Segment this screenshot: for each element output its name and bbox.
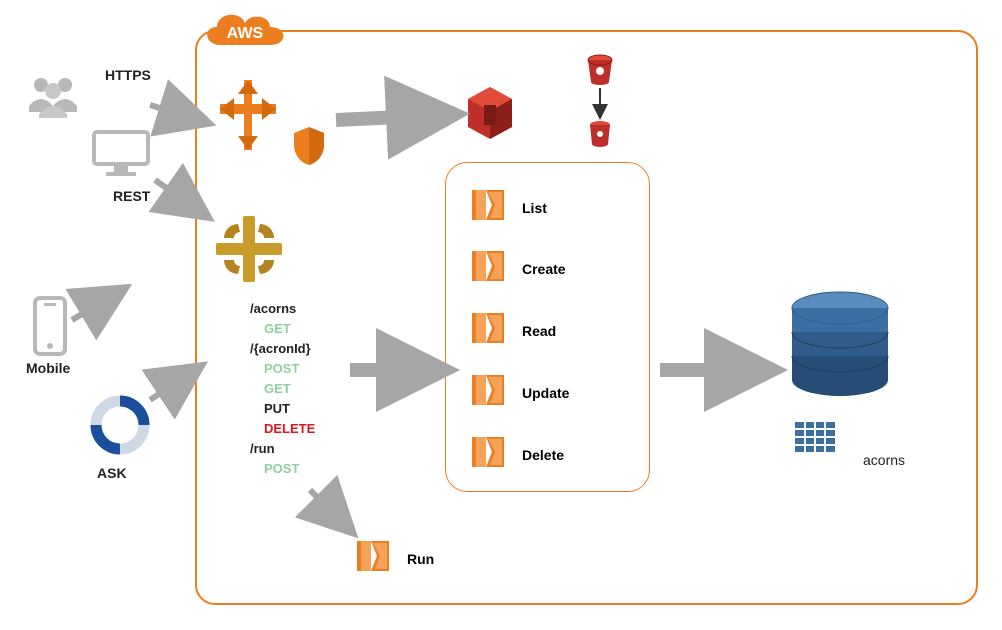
arrows-layer — [0, 0, 1002, 630]
